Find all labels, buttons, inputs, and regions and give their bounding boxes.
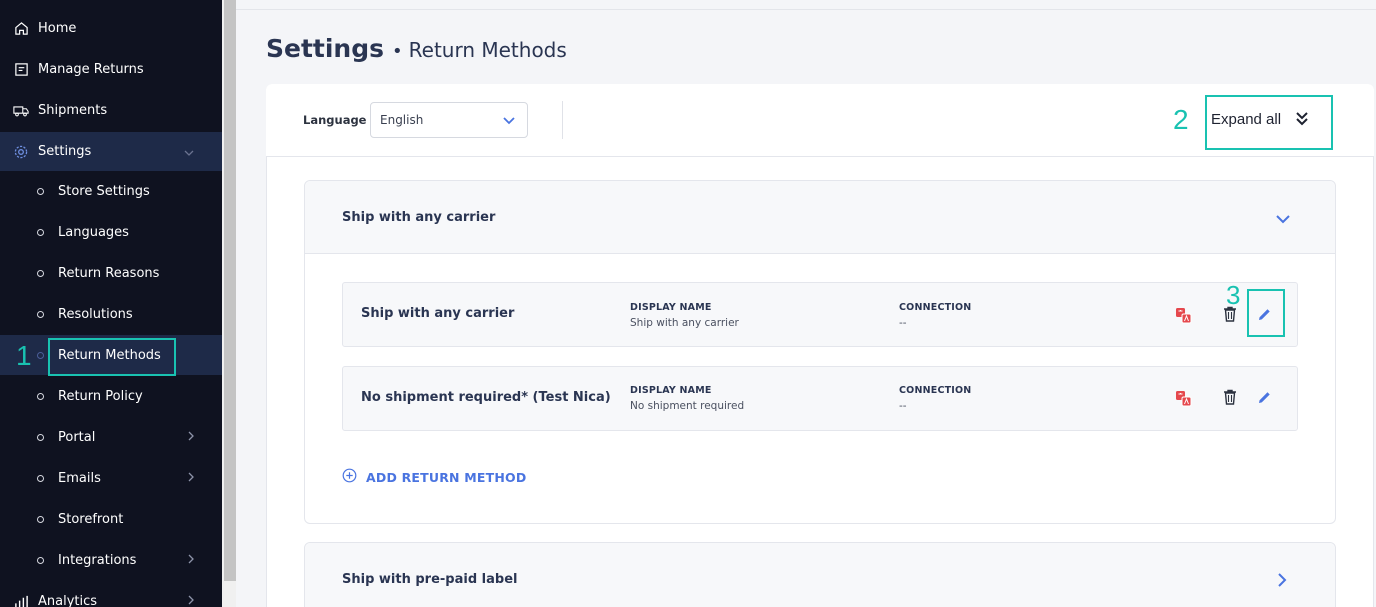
group-title[interactable]: Ship with pre-paid label	[342, 572, 517, 587]
nav-manage-returns[interactable]: Manage Returns	[0, 49, 222, 89]
sidebar-item-label: Storefront	[58, 511, 124, 527]
group-title[interactable]: Ship with any carrier	[342, 210, 495, 225]
chevron-right-icon	[188, 471, 194, 485]
header-divider	[236, 9, 1376, 10]
display-name-label: DISPLAY NAME	[630, 302, 712, 313]
nav-home[interactable]: Home	[0, 8, 222, 48]
bullet-icon	[37, 433, 44, 441]
bullet-icon	[37, 187, 44, 195]
page-title-main: Settings	[266, 34, 385, 63]
nav-manage-returns-label: Manage Returns	[38, 61, 144, 77]
language-select[interactable]: English	[370, 102, 528, 138]
display-name-value: No shipment required	[630, 400, 745, 412]
sidebar-item-return-reasons[interactable]: Return Reasons	[0, 253, 222, 293]
chevron-down-icon	[502, 113, 516, 130]
return-method-row: Ship with any carrier DISPLAY NAME Ship …	[342, 282, 1298, 347]
translate-icon[interactable]	[1174, 306, 1192, 324]
sidebar-item-store-settings[interactable]: Store Settings	[0, 171, 222, 211]
gear-icon	[13, 144, 29, 160]
returns-icon	[13, 61, 29, 77]
bullet-icon	[37, 351, 44, 359]
trash-icon[interactable]	[1221, 388, 1239, 406]
return-method-row: No shipment required* (Test Nica) DISPLA…	[342, 366, 1298, 431]
translate-icon[interactable]	[1174, 389, 1192, 407]
home-icon	[13, 20, 29, 36]
annotation-number-2: 2	[1173, 104, 1189, 135]
sidebar-item-label: Store Settings	[58, 183, 150, 199]
title-separator: •	[392, 41, 403, 62]
sidebar-item-label: Resolutions	[58, 306, 133, 322]
chevron-right-icon	[188, 430, 194, 444]
page-title: Settings • Return Methods	[266, 34, 567, 63]
nav-analytics[interactable]: Analytics	[0, 581, 222, 607]
edit-pencil-icon[interactable]	[1255, 388, 1273, 406]
language-selected-value: English	[380, 113, 424, 127]
sidebar-item-languages[interactable]: Languages	[0, 212, 222, 252]
chevron-right-icon	[188, 553, 194, 567]
bullet-icon	[37, 556, 44, 564]
toolbar-divider	[562, 101, 563, 139]
connection-label: CONNECTION	[899, 385, 972, 396]
bullet-icon	[37, 269, 44, 277]
sidebar-item-resolutions[interactable]: Resolutions	[0, 294, 222, 334]
sidebar: Home Manage Returns Shipments Settings S…	[0, 0, 222, 607]
expand-all-button[interactable]: Expand all	[1211, 111, 1281, 128]
sidebar-scrollbar-thumb[interactable]	[224, 0, 236, 581]
connection-value: --	[899, 317, 907, 329]
nav-shipments[interactable]: Shipments	[0, 90, 222, 130]
chevron-down-icon[interactable]	[1275, 210, 1291, 229]
chevron-right-icon[interactable]	[1277, 572, 1287, 592]
nav-home-label: Home	[38, 20, 77, 36]
return-method-name: No shipment required* (Test Nica)	[361, 390, 611, 405]
language-label: Language	[303, 113, 367, 127]
highlight-box-return-methods	[48, 338, 176, 376]
sidebar-item-label: Return Policy	[58, 388, 143, 404]
nav-settings[interactable]: Settings	[0, 132, 222, 171]
sidebar-item-integrations[interactable]: Integrations	[0, 540, 222, 580]
annotation-number-1: 1	[16, 340, 32, 371]
sidebar-item-emails[interactable]: Emails	[0, 458, 222, 498]
add-return-method-label: ADD RETURN METHOD	[366, 469, 527, 485]
annotation-number-3: 3	[1226, 280, 1241, 310]
sidebar-item-return-policy[interactable]: Return Policy	[0, 376, 222, 416]
add-return-method-button[interactable]: ADD RETURN METHOD	[342, 468, 526, 486]
page-subtitle: Return Methods	[408, 38, 567, 62]
sidebar-item-label: Integrations	[58, 552, 137, 568]
connection-label: CONNECTION	[899, 302, 972, 313]
bullet-icon	[37, 392, 44, 400]
return-method-name: Ship with any carrier	[361, 306, 515, 321]
highlight-box-edit	[1247, 289, 1285, 337]
display-name-label: DISPLAY NAME	[630, 385, 712, 396]
sidebar-item-label: Return Reasons	[58, 265, 160, 281]
sidebar-item-storefront[interactable]: Storefront	[0, 499, 222, 539]
bullet-icon	[37, 474, 44, 482]
add-circle-icon	[342, 468, 357, 486]
chevron-down-icon	[184, 145, 194, 159]
display-name-value: Ship with any carrier	[630, 317, 739, 329]
nav-shipments-label: Shipments	[38, 102, 108, 118]
sidebar-item-label: Portal	[58, 429, 96, 445]
double-chevron-down-icon[interactable]	[1295, 111, 1309, 131]
bullet-icon	[37, 310, 44, 318]
chevron-right-icon	[188, 594, 194, 607]
truck-icon	[13, 102, 29, 118]
chart-icon	[13, 593, 29, 607]
connection-value: --	[899, 400, 907, 412]
sidebar-item-label: Languages	[58, 224, 129, 240]
bullet-icon	[37, 228, 44, 236]
sidebar-item-label: Emails	[58, 470, 101, 486]
sidebar-item-portal[interactable]: Portal	[0, 417, 222, 457]
bullet-icon	[37, 515, 44, 523]
nav-analytics-label: Analytics	[38, 593, 98, 607]
nav-settings-label: Settings	[38, 144, 92, 159]
